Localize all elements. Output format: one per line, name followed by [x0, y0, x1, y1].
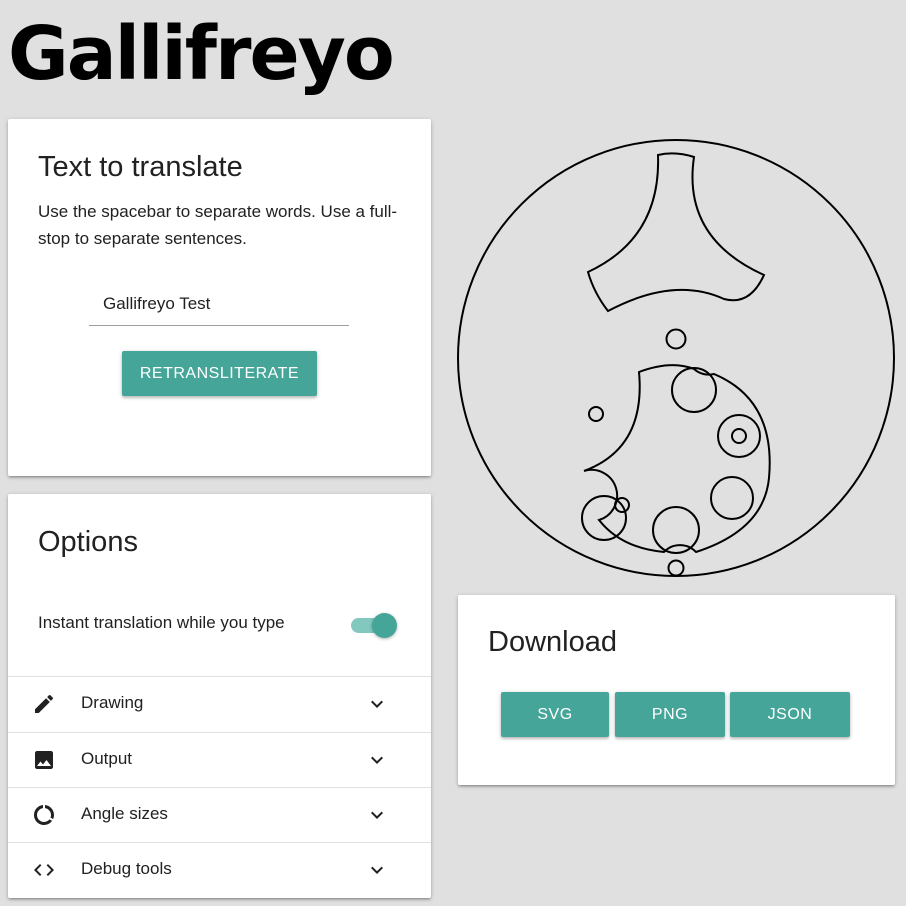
letter-circle	[710, 476, 754, 520]
options-card: Options Instant translation while you ty…	[8, 494, 431, 898]
word-shape-top	[586, 152, 766, 313]
letter-circle	[671, 367, 717, 413]
chevron-down-icon	[365, 858, 389, 882]
word-shape-bottom	[583, 364, 771, 554]
section-drawing[interactable]: Drawing	[8, 677, 431, 731]
app-title: Gallifreyo	[8, 11, 395, 97]
dot	[665, 328, 687, 350]
section-label: Output	[81, 749, 133, 768]
translate-card: Text to translate Use the spacebar to se…	[8, 119, 431, 476]
download-svg-button[interactable]: SVG	[501, 692, 609, 737]
dot	[667, 559, 685, 577]
pencil-icon	[32, 692, 56, 716]
dot	[588, 406, 604, 422]
image-icon	[32, 748, 56, 772]
section-label: Debug tools	[81, 859, 172, 878]
section-label: Drawing	[81, 693, 144, 712]
section-output[interactable]: Output	[8, 733, 431, 787]
section-debug-tools[interactable]: Debug tools	[8, 843, 431, 897]
sentence-circle	[457, 139, 895, 577]
gallifreyan-drawing	[457, 139, 895, 577]
translate-title: Text to translate	[38, 151, 243, 183]
code-icon	[32, 858, 56, 882]
download-png-button[interactable]: PNG	[615, 692, 725, 737]
download-title: Download	[488, 626, 617, 658]
chevron-down-icon	[365, 692, 389, 716]
options-title: Options	[38, 526, 138, 558]
dot	[731, 428, 747, 444]
text-input[interactable]	[89, 282, 349, 326]
instant-translation-toggle[interactable]	[349, 611, 397, 639]
chevron-down-icon	[365, 803, 389, 827]
instant-translation-label: Instant translation while you type	[38, 613, 285, 632]
chevron-down-icon	[365, 748, 389, 772]
download-json-button[interactable]: JSON	[730, 692, 850, 737]
toggle-thumb	[372, 613, 397, 638]
section-label: Angle sizes	[81, 804, 168, 823]
section-angle-sizes[interactable]: Angle sizes	[8, 788, 431, 842]
translate-instructions: Use the spacebar to separate words. Use …	[38, 202, 398, 248]
retransliterate-button[interactable]: RETRANSLITERATE	[122, 351, 317, 396]
donut-icon	[32, 803, 56, 827]
download-card: Download SVG PNG JSON	[458, 595, 895, 785]
letter-circle	[717, 414, 761, 458]
